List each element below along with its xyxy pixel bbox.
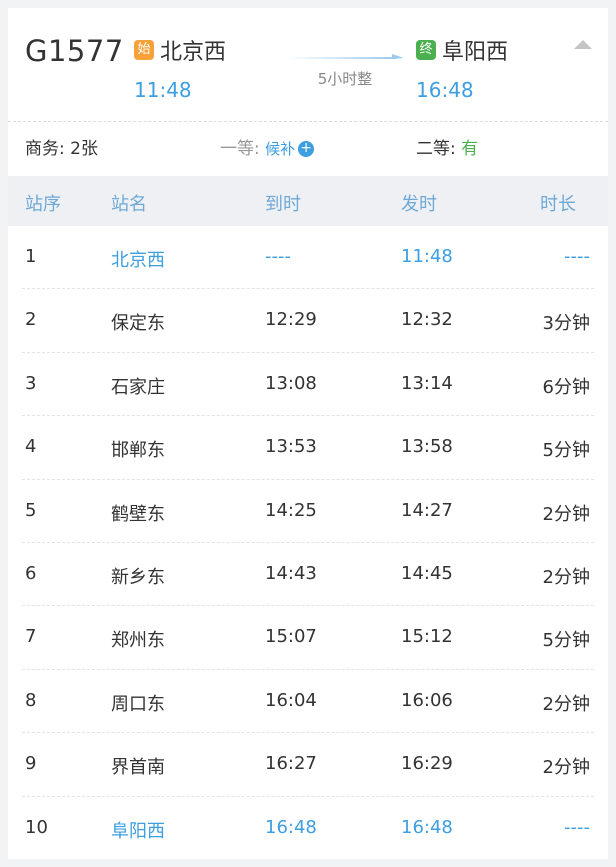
stop-list: 1 北京西 ---- 11:48 ---- 2 保定东 12:29 12:32 3分钟 3 石家庄 13…	[8, 226, 608, 859]
cell-station: 邯郸东	[111, 440, 165, 462]
table-header: 站序 站名 到时 发时 时长	[8, 176, 608, 226]
header-station: 站名	[111, 194, 147, 215]
seat-second-value: 有	[461, 139, 479, 159]
cell-depart: 15:12	[401, 626, 453, 648]
cell-arrive: 12:29	[265, 309, 317, 331]
table-row: 7 郑州东 15:07 15:12 5分钟	[8, 606, 608, 671]
train-header: G1577 始北京西 11:48 5小时整 终阜阳西 16:48	[8, 8, 608, 118]
cell-station: 阜阳西	[111, 820, 165, 842]
cell-seq: 1	[25, 246, 37, 267]
cell-arrive: 16:04	[265, 689, 317, 711]
cell-station: 周口东	[111, 693, 165, 715]
arrival-time: 16:48	[416, 78, 474, 102]
cell-station: 北京西	[111, 250, 165, 271]
cell-seq: 8	[25, 689, 37, 711]
table-row: 2 保定东 12:29 12:32 3分钟	[8, 289, 608, 354]
cell-depart: 16:06	[401, 689, 453, 711]
cell-seq: 5	[25, 499, 37, 521]
cell-arrive: 15:07	[265, 626, 317, 648]
seat-first[interactable]: 一等: 候补 +	[220, 134, 315, 159]
table-row: 6 新乡东 14:43 14:45 2分钟	[8, 543, 608, 607]
plus-circle-icon[interactable]: +	[298, 141, 315, 157]
departure-time: 11:48	[134, 78, 192, 102]
seat-second-label: 二等:	[416, 139, 456, 159]
cell-arrive: 13:53	[265, 436, 317, 458]
departure-station: 始北京西 11:48	[134, 34, 227, 102]
cell-arrive: 16:48	[265, 816, 317, 838]
cell-seq: 10	[25, 816, 48, 838]
cell-arrive: 13:08	[265, 372, 317, 394]
table-row: 5 鹤壁东 14:25 14:27 2分钟	[8, 480, 608, 544]
start-badge: 始	[134, 40, 154, 60]
table-row: 3 石家庄 13:08 13:14 6分钟	[8, 353, 608, 417]
cell-seq: 7	[25, 626, 37, 648]
cell-station: 界首南	[111, 757, 165, 779]
table-row: 10 阜阳西 16:48 16:48 ----	[8, 797, 608, 859]
cell-stop: 3分钟	[542, 313, 590, 335]
arrival-station: 终阜阳西 16:48	[416, 34, 509, 102]
table-row: 4 邯郸东 13:53 13:58 5分钟	[8, 416, 608, 480]
cell-depart: 11:48	[401, 246, 453, 267]
cell-station: 石家庄	[111, 376, 165, 398]
cell-depart: 13:14	[401, 372, 453, 394]
cell-stop: 2分钟	[542, 757, 590, 779]
divider	[8, 121, 608, 122]
cell-arrive: 16:27	[265, 753, 317, 775]
collapse-arrow-icon[interactable]	[574, 40, 592, 49]
departure-station-name: 北京西	[160, 40, 227, 65]
table-row: 1 北京西 ---- 11:48 ----	[8, 226, 608, 290]
cell-depart: 16:29	[401, 753, 453, 775]
cell-stop: ----	[564, 816, 590, 838]
seat-second: 二等: 有	[416, 134, 478, 159]
arrival-station-name: 阜阳西	[442, 40, 509, 65]
table-row: 8 周口东 16:04 16:06 2分钟	[8, 670, 608, 734]
header-stop: 时长	[540, 194, 576, 215]
seat-business-value: 2张	[70, 139, 98, 159]
route-arrow-icon	[286, 54, 404, 59]
cell-station: 新乡东	[111, 566, 165, 588]
cell-seq: 2	[25, 309, 37, 331]
cell-depart: 12:32	[401, 309, 453, 331]
header-arrive: 到时	[265, 194, 301, 215]
cell-stop: 2分钟	[542, 566, 590, 588]
cell-depart: 14:45	[401, 562, 453, 584]
cell-arrive: 14:43	[265, 562, 317, 584]
cell-stop: 2分钟	[542, 693, 590, 715]
cell-seq: 9	[25, 753, 37, 775]
cell-stop: 5分钟	[542, 440, 590, 462]
cell-depart: 13:58	[401, 436, 453, 458]
cell-station: 鹤壁东	[111, 503, 165, 525]
cell-seq: 4	[25, 436, 37, 458]
seat-business-label: 商务:	[25, 139, 65, 159]
seat-business: 商务: 2张	[25, 134, 98, 159]
end-badge: 终	[416, 40, 436, 60]
cell-stop: 6分钟	[542, 376, 590, 398]
cell-stop: ----	[564, 246, 590, 267]
cell-seq: 3	[25, 372, 37, 394]
cell-arrive: 14:25	[265, 499, 317, 521]
cell-station: 郑州东	[111, 630, 165, 652]
cell-arrive: ----	[265, 246, 291, 267]
header-depart: 发时	[401, 194, 437, 215]
cell-station: 保定东	[111, 313, 165, 335]
header-seq: 站序	[25, 194, 61, 215]
table-row: 9 界首南 16:27 16:29 2分钟	[8, 733, 608, 797]
cell-stop: 2分钟	[542, 503, 590, 525]
travel-duration: 5小时整	[317, 70, 373, 88]
train-detail-card: G1577 始北京西 11:48 5小时整 终阜阳西 16:48 商务: 2张 …	[8, 8, 608, 859]
cell-depart: 14:27	[401, 499, 453, 521]
cell-seq: 6	[25, 562, 37, 584]
waitlist-link[interactable]: 候补	[265, 140, 295, 158]
cell-stop: 5分钟	[542, 630, 590, 652]
seat-first-label: 一等:	[220, 139, 260, 159]
train-number: G1577	[25, 34, 124, 68]
cell-depart: 16:48	[401, 816, 453, 838]
seat-availability: 商务: 2张 一等: 候补 + 二等: 有	[8, 134, 608, 166]
